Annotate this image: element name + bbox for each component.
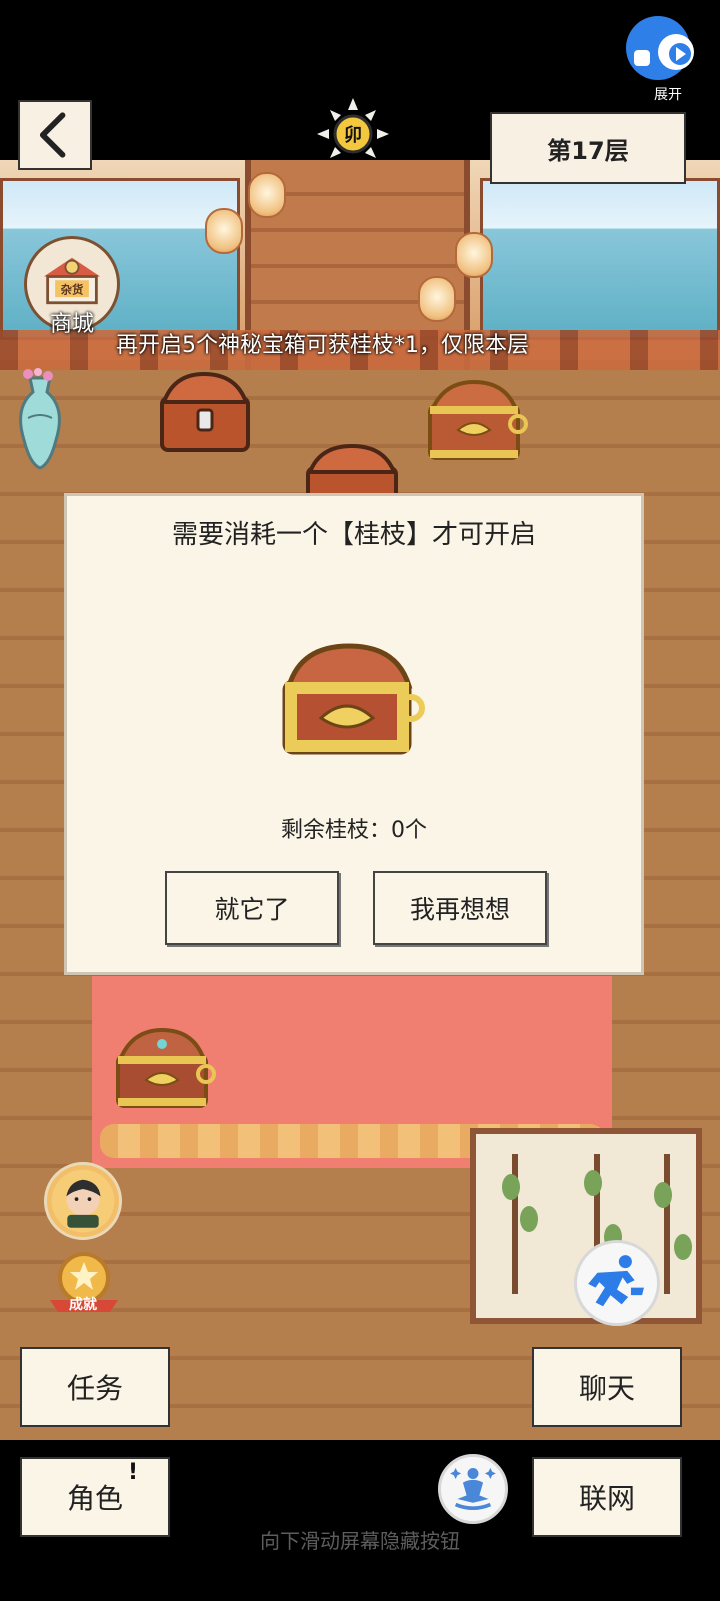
lantern-1: [248, 172, 286, 218]
achievement-label: 成就: [69, 1297, 97, 1313]
sun-badge-text: 卯: [344, 125, 362, 146]
floor-badge: 第17层: [490, 112, 686, 184]
character-avatar[interactable]: [44, 1162, 122, 1240]
sun-icon: 卯: [317, 98, 389, 158]
cancel-open-button[interactable]: 我再想想: [373, 871, 547, 945]
network-button[interactable]: 联网: [532, 1457, 682, 1537]
screen-leaf-2: [520, 1206, 538, 1232]
meditation-icon: [450, 1467, 496, 1511]
treasure-chest-top-left[interactable]: [154, 368, 256, 460]
expand-label[interactable]: 展开: [654, 84, 716, 106]
remaining-branches-text: 剩余桂枝：0个: [281, 818, 427, 843]
task-button[interactable]: 任务: [20, 1347, 170, 1427]
floating-service-icon-graphic: [626, 16, 694, 80]
run-button[interactable]: [574, 1240, 660, 1326]
back-arrow-icon: [39, 112, 66, 158]
open-chest-dialog: 需要消耗一个【桂枝】才可开启 剩余桂枝：0个 就它了 我再想想: [64, 493, 644, 975]
dialog-chest-preview: [273, 636, 435, 768]
screen-branch-3: [664, 1154, 670, 1294]
chat-button[interactable]: 聊天: [532, 1347, 682, 1427]
golden-chest-icon: [428, 379, 528, 460]
lantern-2: [205, 208, 243, 254]
chest-icon: [160, 371, 250, 452]
dialog-title: 需要消耗一个【桂枝】才可开启: [171, 520, 536, 550]
treasure-chest-carpet[interactable]: [112, 1026, 216, 1114]
character-face-icon: [51, 1169, 115, 1233]
vase-decoration: [10, 368, 70, 470]
running-man-icon: [588, 1255, 644, 1307]
golden-chest-icon: [116, 1027, 216, 1108]
golden-chest-icon: [282, 643, 425, 755]
screen-leaf-1: [502, 1174, 520, 1200]
hide-buttons-hint: 向下滑动屏幕隐藏按钮: [260, 1529, 460, 1553]
meditation-button[interactable]: [438, 1454, 508, 1524]
shop-sign-text: 杂货: [61, 282, 84, 296]
character-alert-icon: !: [128, 1460, 139, 1485]
time-sun-badge: 卯: [315, 96, 391, 172]
right-window-panel: [480, 178, 720, 340]
lantern-4: [418, 276, 456, 322]
lantern-3: [455, 232, 493, 278]
screen-leaf-6: [674, 1234, 692, 1260]
confirm-open-button[interactable]: 就它了: [165, 871, 339, 945]
screen-leaf-3: [584, 1170, 602, 1196]
mystery-chest-hint: 再开启5个神秘宝箱可获桂枝*1，仅限本层: [116, 333, 529, 358]
treasure-chest-top-right[interactable]: [424, 376, 528, 466]
shop-label: 商城: [49, 312, 94, 337]
screen-leaf-5: [654, 1182, 672, 1208]
back-button[interactable]: [18, 100, 92, 170]
floating-service-icon[interactable]: [622, 12, 712, 84]
character-button[interactable]: 角色: [20, 1457, 170, 1537]
vase-icon: [19, 368, 61, 470]
game-screen: 展开 卯 第17层 杂货 商城 再开启5个神秘宝箱可获桂枝*1，仅限本层 需要消…: [0, 0, 720, 1601]
